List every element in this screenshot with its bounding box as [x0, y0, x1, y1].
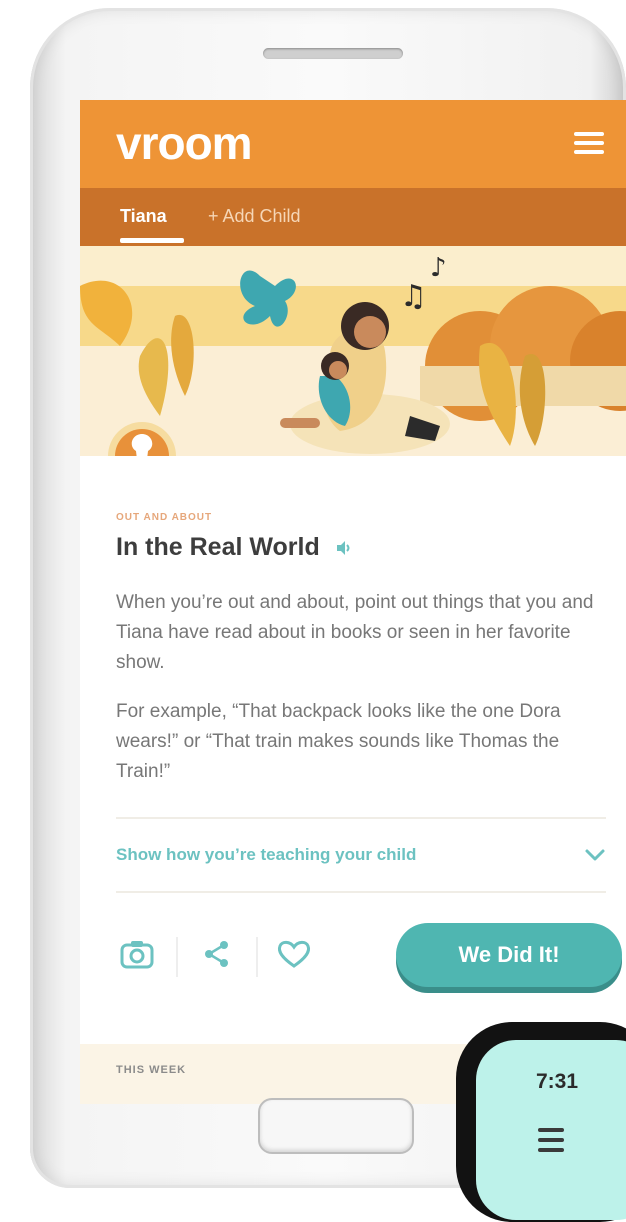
teaching-toggle[interactable]: Show how you’re teaching your child [116, 819, 606, 891]
activity-actions: We Did It! [116, 893, 622, 1013]
activity-content: OUT AND ABOUT In the Real World When you… [80, 512, 626, 1013]
activity-illustration: ♫ ♪ [80, 246, 626, 456]
app-screen: vroom Tiana + Add Child ♫ ♪ OUT AND ABOU… [80, 100, 626, 1104]
share-icon[interactable] [202, 939, 232, 969]
add-child-link[interactable]: + Add Child [208, 206, 301, 227]
watch-screen: 7:31 [476, 1040, 626, 1220]
hero-artwork: ♫ ♪ [80, 246, 626, 456]
app-header: vroom [80, 100, 626, 188]
phone-speaker [263, 48, 403, 59]
hamburger-icon[interactable] [574, 132, 604, 159]
child-tabs: Tiana + Add Child [80, 188, 626, 246]
camera-icon[interactable] [120, 939, 154, 969]
activity-description: When you’re out and about, point out thi… [116, 592, 594, 673]
phone-frame: vroom Tiana + Add Child ♫ ♪ OUT AND ABOU… [30, 8, 626, 1188]
home-button[interactable] [258, 1098, 414, 1154]
hamburger-icon[interactable] [538, 1128, 564, 1158]
vroom-logo: vroom [116, 117, 253, 169]
action-separator [176, 937, 178, 977]
action-separator [256, 937, 258, 977]
teaching-toggle-label[interactable]: Show how you’re teaching your child [116, 845, 416, 865]
active-tab-indicator [120, 238, 184, 243]
child-tab-tiana[interactable]: Tiana [120, 206, 167, 227]
chevron-down-icon[interactable] [584, 848, 606, 862]
smartwatch: 7:31 [456, 1022, 626, 1222]
svg-text:♪: ♪ [430, 253, 447, 283]
svg-text:♫: ♫ [400, 279, 427, 314]
activity-title: In the Real World [116, 533, 320, 561]
watch-time: 7:31 [536, 1070, 579, 1093]
this-week-label: THIS WEEK [116, 1064, 187, 1076]
activity-category: OUT AND ABOUT [116, 512, 213, 523]
title-row: In the Real World [116, 533, 606, 562]
we-did-it-button[interactable]: We Did It! [396, 923, 622, 987]
activity-example: For example, “That backpack looks like t… [116, 701, 561, 782]
heart-icon[interactable] [276, 939, 312, 969]
speaker-icon[interactable] [334, 539, 352, 557]
